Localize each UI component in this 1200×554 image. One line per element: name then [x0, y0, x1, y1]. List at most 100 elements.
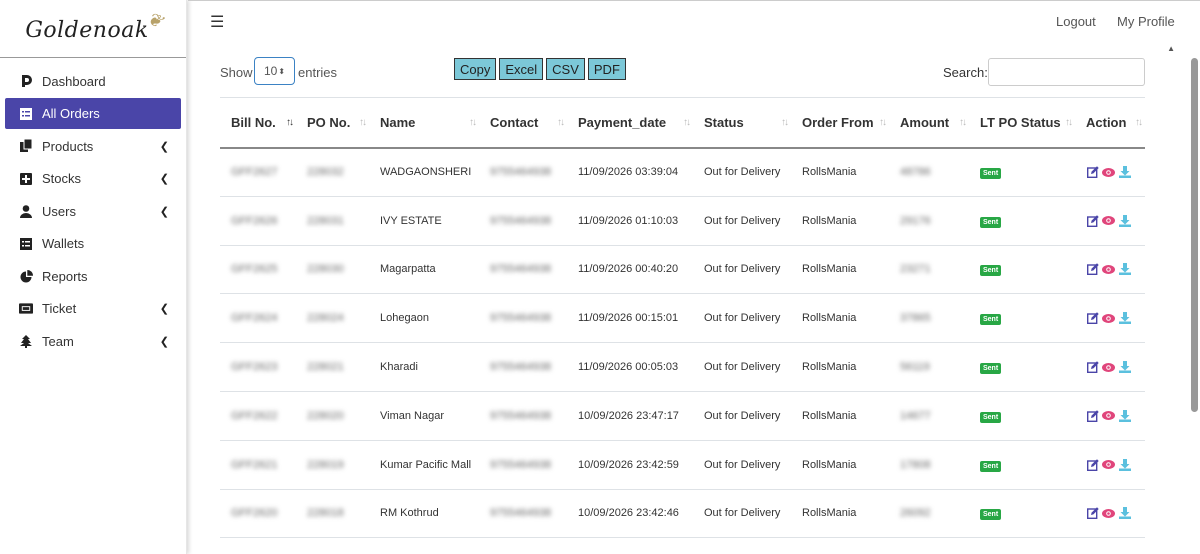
status-cell: Out for Delivery [704, 507, 781, 520]
logout-link[interactable]: Logout [1056, 14, 1096, 29]
amount-cell: 14677 [889, 391, 969, 440]
edit-icon[interactable] [1086, 166, 1099, 179]
edit-icon[interactable] [1086, 263, 1099, 276]
column-header-amount[interactable]: Amount ↑↓ [889, 98, 969, 148]
lt-po-status-cell: Sent [969, 294, 1075, 343]
bill-no-cell: GFF2627 [220, 148, 296, 197]
edit-icon[interactable] [1086, 214, 1099, 227]
sidebar-item-users[interactable]: Users ❮ [5, 196, 181, 227]
bill-no: GFF2625 [231, 263, 278, 276]
column-header-po-no[interactable]: PO No. ↑↓ [296, 98, 369, 148]
bill-no: GFF2621 [231, 458, 278, 471]
status-badge: Sent [980, 265, 1002, 277]
sidebar-item-dashboard[interactable]: Dashboard [5, 66, 181, 97]
edit-icon[interactable] [1086, 409, 1099, 422]
sidebar-item-wallets[interactable]: Wallets [5, 228, 181, 259]
hamburger-menu-icon[interactable]: ☰ [210, 12, 224, 32]
my-profile-link[interactable]: My Profile [1117, 14, 1175, 29]
edit-icon[interactable] [1086, 312, 1099, 325]
column-header-label: Contact [490, 114, 539, 130]
csv-button[interactable]: CSV [546, 58, 585, 80]
po-no-cell: 228020 [296, 391, 369, 440]
payment-date-cell: 11/09/2026 03:39:04 [578, 166, 679, 179]
order-from-cell: RollsMania [802, 312, 857, 325]
order-from-cell: RollsMania [802, 458, 857, 471]
show-label: Show [220, 65, 253, 80]
products-icon [19, 139, 33, 153]
po-no: 228030 [307, 263, 344, 276]
contact: 9755464938 [490, 409, 552, 422]
view-eye-icon[interactable] [1102, 409, 1115, 422]
table-row: GFF2627 228032 WADGAONSHERI 9755464938 11/09… [220, 148, 1145, 197]
edit-icon[interactable] [1086, 458, 1099, 471]
po-no: 228020 [307, 409, 344, 422]
scrollbar-thumb[interactable] [1191, 58, 1198, 412]
order-from-cell: RollsMania [802, 214, 857, 227]
column-header-order-from[interactable]: Order From ↑↓ [791, 98, 889, 148]
sidebar-item-products[interactable]: Products ❮ [5, 131, 181, 162]
download-icon[interactable] [1118, 312, 1131, 325]
column-header-action[interactable]: Action ↑↓ [1075, 98, 1145, 148]
entries-select[interactable]: 10 ⬍ [254, 57, 295, 85]
amount: 37865 [900, 312, 931, 325]
copy-button[interactable]: Copy [454, 58, 497, 80]
po-no-cell: 228021 [296, 343, 369, 392]
column-header-payment-date[interactable]: Payment_date ↑↓ [567, 98, 693, 148]
ticket-icon [19, 302, 33, 316]
po-no-cell: 228018 [296, 489, 369, 538]
download-icon[interactable] [1118, 361, 1131, 374]
amount-cell: 17808 [889, 440, 969, 489]
name-cell: Magarpatta [380, 263, 436, 276]
column-header-status[interactable]: Status ↑↓ [693, 98, 791, 148]
name-cell: IVY ESTATE [380, 214, 442, 227]
brand-logo[interactable]: Goldenoak ❦ [25, 8, 166, 43]
amount-cell: 48786 [889, 148, 969, 197]
column-header-label: Order From [802, 114, 874, 130]
sidebar-item-stocks[interactable]: Stocks ❮ [5, 163, 181, 194]
chevron-left-icon: ❮ [159, 140, 169, 153]
edit-icon[interactable] [1086, 507, 1099, 520]
sidebar-item-reports[interactable]: Reports [5, 261, 181, 292]
sidebar-item-label: Ticket [42, 301, 77, 316]
amount-cell: 37865 [889, 294, 969, 343]
amount: 14677 [900, 409, 931, 422]
view-eye-icon[interactable] [1102, 312, 1115, 325]
view-eye-icon[interactable] [1102, 458, 1115, 471]
bill-no: GFF2626 [231, 214, 278, 227]
sort-arrows-icon: ↑↓ [286, 117, 294, 128]
excel-button[interactable]: Excel [499, 58, 544, 80]
download-icon[interactable] [1118, 166, 1131, 179]
view-eye-icon[interactable] [1102, 214, 1115, 227]
column-header-contact[interactable]: Contact ↑↓ [479, 98, 567, 148]
column-header-label: Payment_date [578, 114, 667, 130]
view-eye-icon[interactable] [1102, 361, 1115, 374]
contact: 9755464938 [490, 507, 552, 520]
download-icon[interactable] [1118, 458, 1131, 471]
user-icon [19, 204, 33, 218]
scroll-up-arrow[interactable]: ▲ [1167, 44, 1175, 53]
sidebar-item-all-orders[interactable]: All Orders [5, 98, 181, 129]
sidebar-item-ticket[interactable]: Ticket ❮ [5, 293, 181, 324]
edit-icon[interactable] [1086, 361, 1099, 374]
wallet-icon [19, 237, 33, 251]
pdf-button[interactable]: PDF [587, 58, 626, 80]
sort-arrows-icon: ↑↓ [469, 117, 477, 128]
download-icon[interactable] [1118, 214, 1131, 227]
column-header-lt-po-status[interactable]: LT PO Status ↑↓ [969, 98, 1075, 148]
lt-po-status-cell: Sent [969, 391, 1075, 440]
action-cell [1075, 245, 1145, 294]
column-header-bill-no[interactable]: Bill No. ↑↓ [220, 98, 296, 148]
download-icon[interactable] [1118, 409, 1131, 422]
view-eye-icon[interactable] [1102, 166, 1115, 179]
sort-arrows-icon: ↑↓ [1065, 117, 1073, 128]
search-input[interactable] [988, 58, 1145, 86]
order-from-cell: RollsMania [802, 263, 857, 276]
view-eye-icon[interactable] [1102, 263, 1115, 276]
lt-po-status-cell: Sent [969, 343, 1075, 392]
download-icon[interactable] [1118, 263, 1131, 276]
download-icon[interactable] [1118, 507, 1131, 520]
sidebar-item-team[interactable]: Team ❮ [5, 326, 181, 357]
view-eye-icon[interactable] [1102, 507, 1115, 520]
amount-cell: 26092 [889, 489, 969, 538]
column-header-name[interactable]: Name ↑↓ [369, 98, 479, 148]
